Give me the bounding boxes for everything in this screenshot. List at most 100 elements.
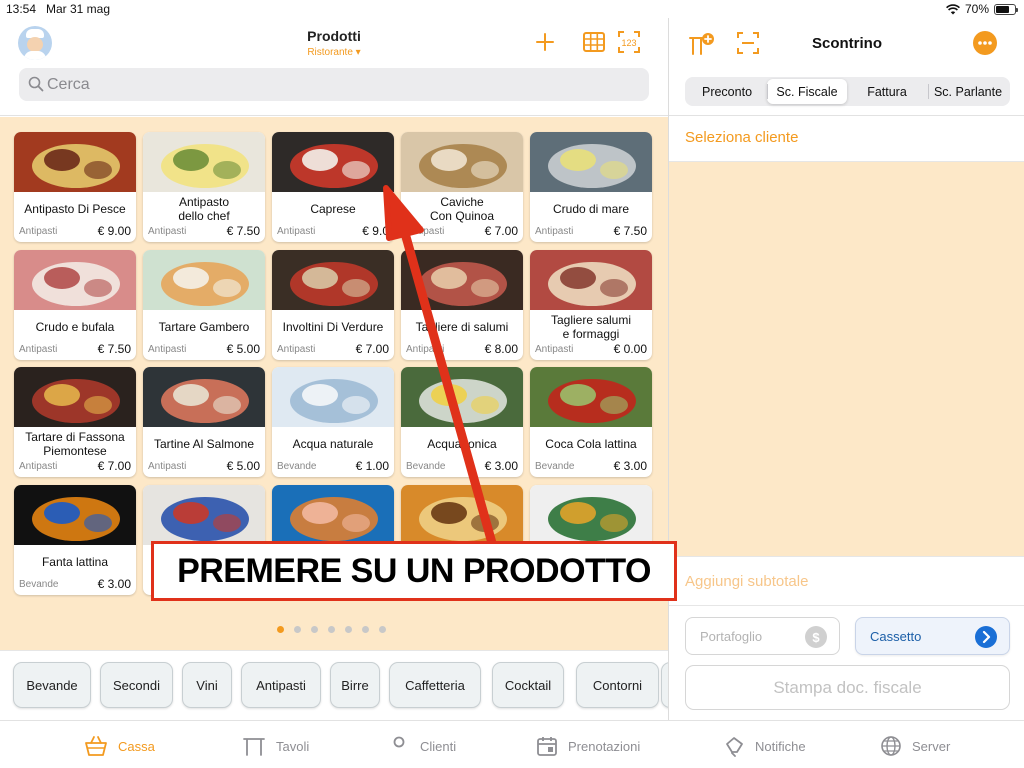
segment-option[interactable]: Sc. Parlante — [928, 79, 1008, 104]
chevron-right-icon — [975, 626, 997, 648]
page-dot[interactable] — [277, 626, 284, 633]
category-button[interactable]: Caffetteria — [389, 662, 481, 708]
page-dot[interactable] — [328, 626, 335, 633]
wallet-label: Portafoglio — [700, 629, 763, 644]
add-product-icon[interactable] — [531, 28, 559, 56]
product-card[interactable]: Involtini Di Verdure Antipasti € 7.00 — [272, 250, 394, 360]
page-dot[interactable] — [362, 626, 369, 633]
product-image — [530, 132, 652, 192]
product-card[interactable]: Tartine Al Salmone Antipasti € 5.00 — [143, 367, 265, 477]
tab-notifiche[interactable]: Notifiche — [723, 733, 806, 759]
product-card[interactable]: Tagliere di salumi Antipasti € 8.00 — [401, 250, 523, 360]
product-price: € 7.50 — [226, 224, 260, 238]
numeric-code-icon[interactable]: 123 — [615, 28, 643, 56]
product-card[interactable]: Caviche Con Quinoa Antipasti € 7.00 — [401, 132, 523, 242]
product-card[interactable]: Crudo e bufala Antipasti € 7.50 — [14, 250, 136, 360]
tab-tavoli[interactable]: Tavoli — [242, 733, 309, 759]
tab-bar: Cassa Tavoli Clienti Prenotazioni Notifiche S… — [0, 720, 1024, 768]
venue-dropdown[interactable]: Ristorante ▾ — [284, 47, 384, 58]
product-card[interactable]: Tartare di Fassona Piemontese Antipasti € 7… — [14, 367, 136, 477]
tab-clienti[interactable]: Clienti — [388, 733, 456, 759]
segment-option[interactable]: Fattura — [847, 79, 927, 104]
wifi-icon — [946, 3, 960, 14]
segment-option[interactable]: Sc. Fiscale — [767, 79, 847, 104]
product-category: Antipasti — [277, 226, 316, 237]
product-image — [14, 367, 136, 427]
receipt-actions: Portafoglio $ Cassetto Stampa doc. fisca… — [669, 606, 1024, 720]
product-category: Antipasti — [19, 226, 58, 237]
product-name: Antipasto Di Pesce — [24, 201, 126, 216]
product-card[interactable]: Coca Cola lattina Bevande € 3.00 — [530, 367, 652, 477]
print-fiscal-document-button[interactable]: Stampa doc. fiscale — [685, 665, 1010, 710]
product-price: € 3.00 — [484, 459, 518, 473]
tab-label: Prenotazioni — [568, 738, 641, 754]
search-bar[interactable] — [19, 68, 649, 101]
product-name: Acqua tonica — [427, 436, 497, 451]
product-category: Antipasti — [148, 226, 187, 237]
product-category: Bevande — [406, 461, 446, 472]
product-card[interactable]: Tagliere salumi e formaggi Antipasti € 0.00 — [530, 250, 652, 360]
tab-label: Clienti — [420, 738, 457, 754]
product-image — [530, 485, 652, 545]
product-name: Tagliere salumi e formaggi — [550, 312, 632, 341]
product-price: € 5.00 — [226, 342, 260, 356]
product-category: Antipasti — [19, 344, 58, 355]
cash-drawer-label: Cassetto — [870, 629, 922, 644]
add-subtotal-label: Aggiungi subtotale — [685, 573, 809, 590]
category-button[interactable]: Birre — [330, 662, 380, 708]
category-button[interactable]: Contorni — [576, 662, 659, 708]
product-image — [530, 250, 652, 310]
product-card[interactable]: Acqua naturale Bevande € 1.00 — [272, 367, 394, 477]
product-card[interactable]: Antipasto dello chef Antipasti € 7.50 — [143, 132, 265, 242]
product-card[interactable]: Tartare Gambero Antipasti € 5.00 — [143, 250, 265, 360]
tab-cassa[interactable]: Cassa — [84, 733, 155, 759]
page-dot[interactable] — [345, 626, 352, 633]
category-button[interactable]: Bevande — [13, 662, 91, 708]
tab-prenotazioni[interactable]: Prenotazioni — [536, 733, 640, 759]
avatar[interactable] — [18, 26, 52, 60]
product-card[interactable]: Antipasto Di Pesce Antipasti € 9.00 — [14, 132, 136, 242]
category-button[interactable]: Cocktail — [492, 662, 564, 708]
product-category: Bevande — [19, 579, 59, 590]
basket-icon — [84, 735, 108, 757]
product-image — [14, 250, 136, 310]
status-date: Mar 31 mag — [46, 2, 111, 16]
product-price: € 3.00 — [97, 577, 131, 591]
receipt-panel: Scontrino Preconto Sc. Fiscale Fattura Sc. … — [668, 18, 1024, 720]
product-category: Antipasti — [535, 344, 574, 355]
product-category: Antipasti — [406, 344, 445, 355]
product-price: € 5.00 — [226, 459, 260, 473]
status-time: 13:54 — [6, 2, 37, 16]
grid-view-icon[interactable] — [580, 28, 608, 56]
cash-drawer-button[interactable]: Cassetto — [855, 617, 1010, 655]
product-image — [14, 485, 136, 545]
segment-option[interactable]: Preconto — [687, 79, 767, 104]
product-category: Antipasti — [148, 344, 187, 355]
add-subtotal-row[interactable]: Aggiungi subtotale — [669, 556, 1024, 606]
product-category: Antipasti — [535, 226, 574, 237]
search-input[interactable] — [47, 68, 637, 101]
page-dot[interactable] — [379, 626, 386, 633]
globe-icon — [880, 735, 902, 757]
page-indicator[interactable] — [277, 626, 386, 633]
instruction-banner: PREMERE SU UN PRODOTTO — [151, 541, 677, 601]
product-image — [401, 250, 523, 310]
select-client-row[interactable]: Seleziona cliente — [669, 116, 1024, 162]
tab-label: Tavoli — [276, 738, 310, 754]
page-dot[interactable] — [311, 626, 318, 633]
category-button[interactable]: Vini — [182, 662, 232, 708]
product-card[interactable]: Acqua tonica Bevande € 3.00 — [401, 367, 523, 477]
tab-server[interactable]: Server — [880, 733, 950, 759]
page-dot[interactable] — [294, 626, 301, 633]
wallet-button[interactable]: Portafoglio $ — [685, 617, 840, 655]
product-card[interactable]: Caprese Antipasti € 9.0 — [272, 132, 394, 242]
product-price: € 3.00 — [613, 459, 647, 473]
bell-icon — [723, 735, 745, 757]
category-button[interactable] — [661, 662, 668, 708]
category-button[interactable]: Secondi — [100, 662, 173, 708]
product-card[interactable]: Fanta lattina Bevande € 3.00 — [14, 485, 136, 595]
more-options-icon[interactable] — [973, 31, 997, 55]
product-name: Tartare Gambero — [158, 319, 250, 334]
product-card[interactable]: Crudo di mare Antipasti € 7.50 — [530, 132, 652, 242]
category-button[interactable]: Antipasti — [241, 662, 321, 708]
